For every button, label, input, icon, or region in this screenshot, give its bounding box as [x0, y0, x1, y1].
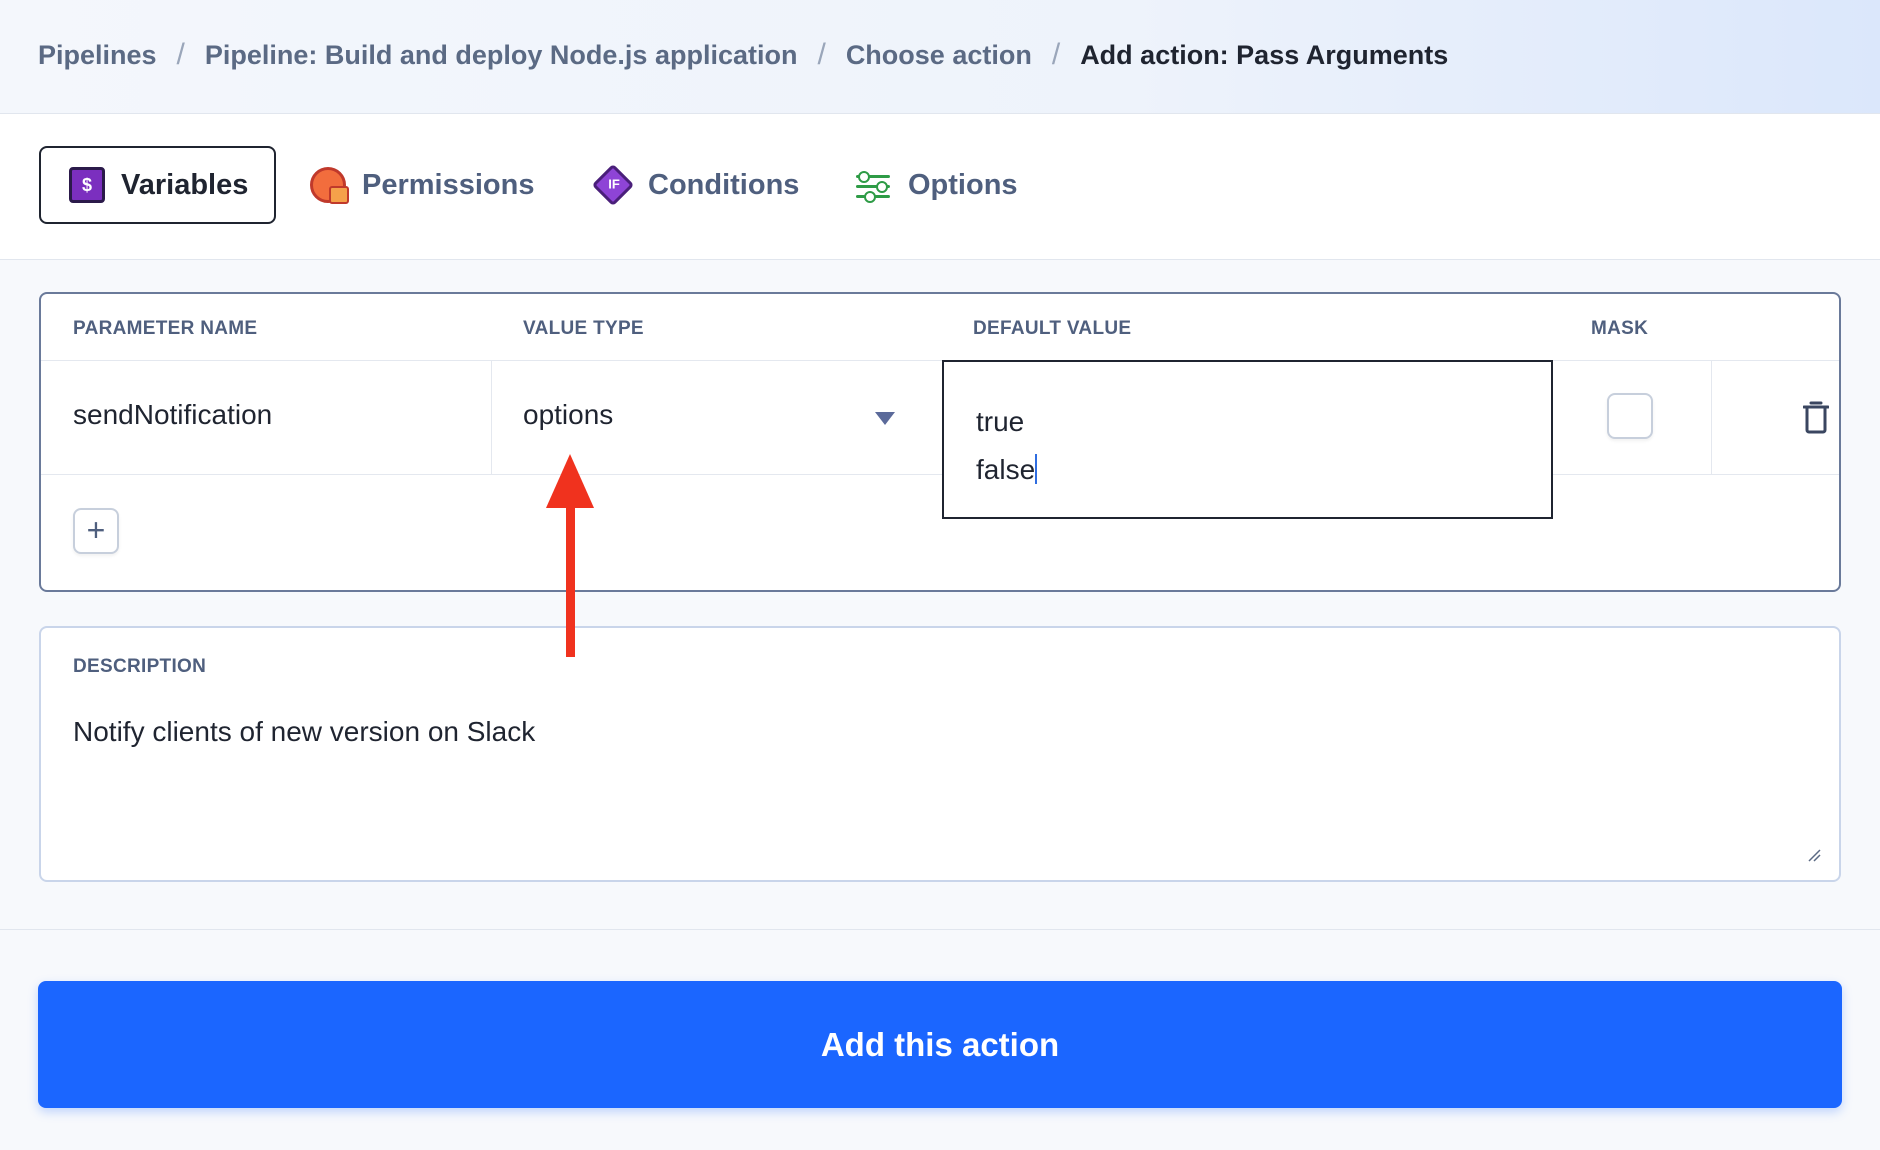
chevron-down-icon — [875, 412, 895, 425]
header-divider — [41, 360, 1839, 361]
header-mask: MASK — [1591, 318, 1649, 339]
tab-permissions-label: Permissions — [362, 168, 535, 201]
tab-variables[interactable]: $ Variables — [39, 146, 277, 224]
text-caret — [1035, 454, 1038, 484]
tab-permissions[interactable]: Permissions — [310, 146, 534, 224]
tab-conditions-label: Conditions — [648, 168, 800, 201]
description-label: DESCRIPTION — [73, 656, 207, 677]
breadcrumb-separator: / — [176, 38, 185, 71]
header-parameter-name: PARAMETER NAME — [73, 318, 258, 339]
header-default-value: DEFAULT VALUE — [973, 318, 1132, 339]
add-parameter-button[interactable]: + — [73, 508, 119, 554]
tab-options[interactable]: Options — [856, 146, 1018, 224]
permissions-icon — [310, 167, 349, 204]
breadcrumb: Pipelines / Pipeline: Build and deploy N… — [38, 38, 1448, 72]
variables-icon: $ — [69, 167, 105, 203]
footer-divider — [0, 929, 1880, 930]
tab-variables-label: Variables — [121, 168, 249, 201]
default-value-line: false — [976, 454, 1036, 485]
breadcrumb-pipeline[interactable]: Pipeline: Build and deploy Node.js appli… — [205, 40, 798, 71]
parameter-name-cell[interactable]: sendNotification — [73, 399, 272, 431]
top-bar: Pipelines / Pipeline: Build and deploy N… — [0, 0, 1880, 114]
add-action-button[interactable]: Add this action — [38, 981, 1842, 1108]
tab-bar: $ Variables Permissions IF Conditions Op… — [0, 114, 1880, 260]
breadcrumb-separator: / — [817, 38, 826, 71]
conditions-icon-glyph: IF — [608, 176, 620, 192]
annotation-arrow-shaft — [566, 500, 575, 657]
value-type-value: options — [523, 399, 614, 430]
breadcrumb-choose-action[interactable]: Choose action — [846, 40, 1032, 71]
default-value-textarea[interactable]: true false — [942, 360, 1553, 519]
trash-icon[interactable] — [1803, 400, 1829, 434]
description-textarea[interactable]: DESCRIPTION Notify clients of new versio… — [39, 626, 1841, 882]
default-value-line: true — [976, 406, 1025, 437]
options-icon — [856, 168, 890, 203]
resize-handle-icon[interactable] — [1807, 848, 1821, 862]
cell-divider — [1711, 360, 1712, 474]
cell-divider — [491, 360, 492, 474]
breadcrumb-current: Add action: Pass Arguments — [1080, 39, 1449, 70]
description-value: Notify clients of new version on Slack — [73, 716, 536, 747]
mask-checkbox[interactable] — [1607, 393, 1653, 439]
header-value-type: VALUE TYPE — [523, 318, 644, 339]
tab-conditions[interactable]: IF Conditions — [591, 146, 800, 224]
breadcrumb-separator: / — [1051, 38, 1061, 71]
variables-icon-glyph: $ — [81, 175, 92, 195]
breadcrumb-pipelines[interactable]: Pipelines — [38, 40, 157, 71]
conditions-icon: IF — [591, 163, 635, 207]
parameters-table: PARAMETER NAME VALUE TYPE DEFAULT VALUE … — [39, 292, 1841, 592]
tab-options-label: Options — [908, 168, 1018, 201]
row-divider — [41, 474, 1839, 475]
